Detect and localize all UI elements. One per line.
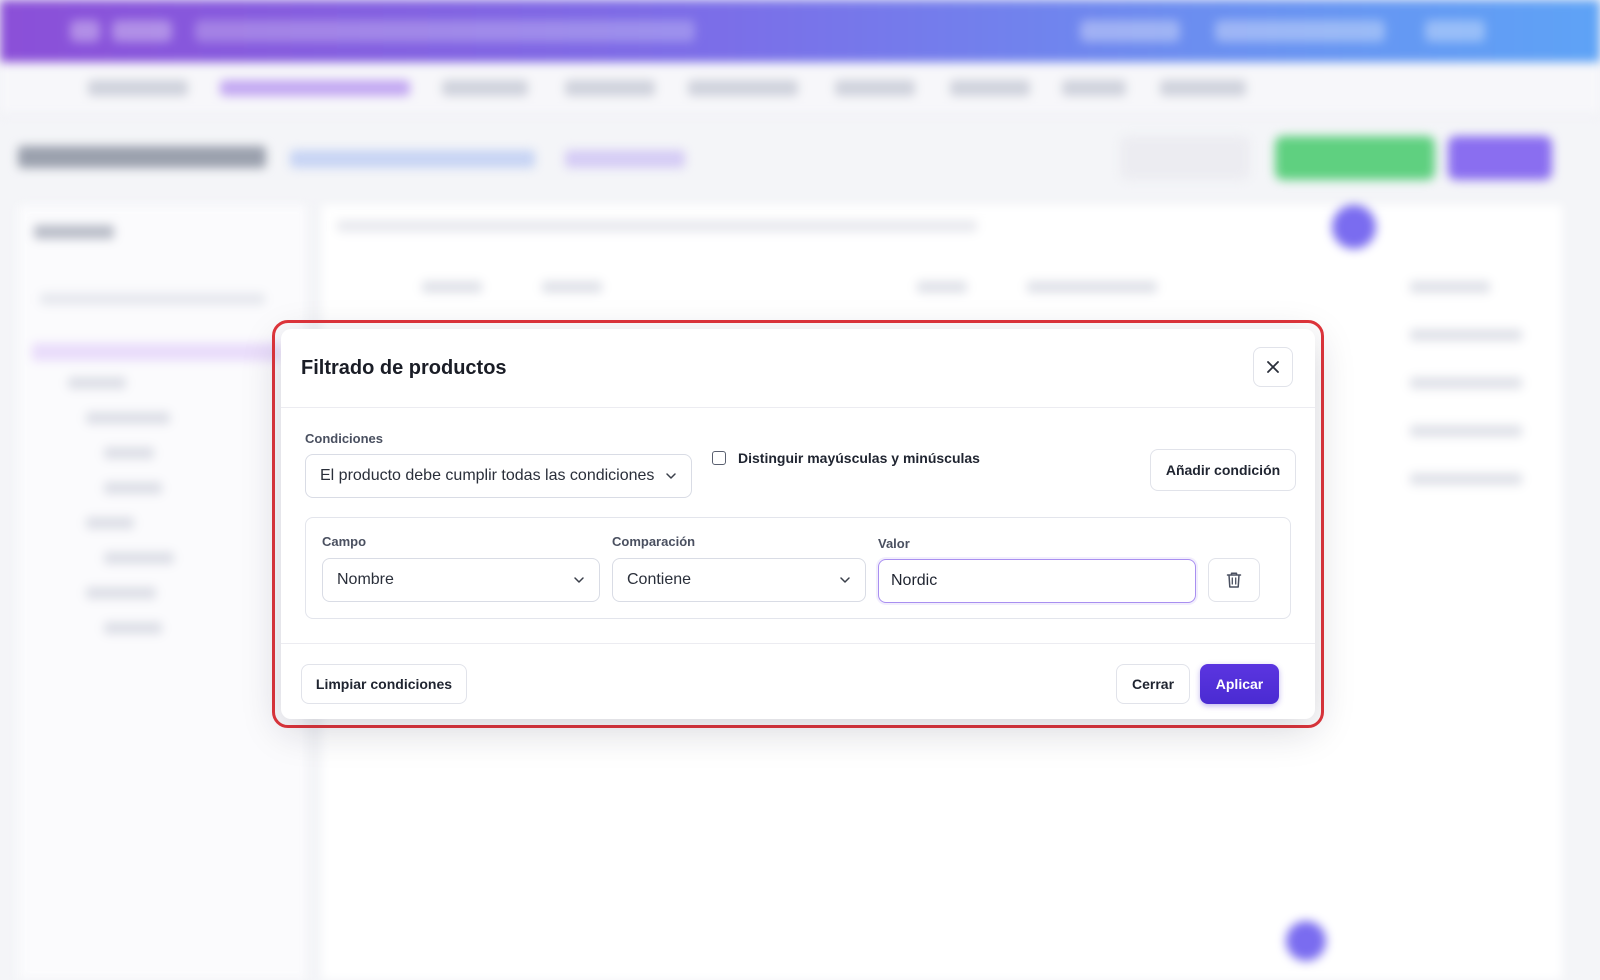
case-sensitive-option[interactable]: Distinguir mayúsculas y minúsculas (712, 450, 980, 466)
close-modal-button[interactable]: Cerrar (1116, 664, 1190, 704)
add-condition-button[interactable]: Añadir condición (1150, 449, 1296, 491)
sidebar-item (32, 343, 282, 361)
nav-item (950, 80, 1030, 96)
modal-header: Filtrado de productos (281, 329, 1315, 408)
condition-row: Campo Nombre Comparación Contiene Valor (305, 517, 1291, 619)
sidebar-search (40, 293, 265, 305)
topbar-search (195, 20, 695, 42)
page-titlebar (0, 120, 1600, 196)
app-logo (70, 20, 100, 42)
nav-item (442, 80, 528, 96)
comparison-label: Comparación (612, 534, 696, 549)
nav-item-active (220, 80, 410, 96)
match-mode-value: El producto debe cumplir todas las condi… (320, 467, 655, 484)
table-header-cell (422, 281, 482, 293)
trash-icon (1226, 572, 1242, 588)
nav-item (688, 80, 798, 96)
sidebar-heading (34, 225, 114, 239)
modal-title: Filtrado de productos (301, 357, 507, 379)
app-topbar (0, 0, 1600, 62)
apply-button[interactable]: Aplicar (1200, 664, 1279, 704)
table-avatar (1332, 205, 1376, 249)
sidebar-item (68, 377, 126, 389)
background-sidebar (18, 205, 309, 980)
close-icon (1267, 361, 1279, 373)
table-header-cell (542, 281, 602, 293)
page-link-placeholder (565, 150, 685, 168)
sidebar-item (104, 552, 174, 564)
table-cell (1410, 425, 1522, 437)
sidebar-item (86, 517, 134, 529)
sidebar-item (104, 622, 162, 634)
table-cell (1410, 377, 1522, 389)
nav-item (1160, 80, 1246, 96)
sidebar-item (104, 482, 162, 494)
nav-item (835, 80, 915, 96)
value-input[interactable] (878, 559, 1196, 603)
topbar-user (1215, 20, 1385, 42)
chevron-down-icon (666, 473, 676, 479)
comparison-select[interactable]: Contiene (612, 558, 866, 602)
chevron-down-icon (840, 577, 850, 583)
clear-conditions-button[interactable]: Limpiar condiciones (301, 664, 467, 704)
nav-item (1062, 80, 1126, 96)
field-label: Campo (322, 534, 367, 549)
close-button[interactable] (1253, 347, 1293, 387)
pagination-avatar (1286, 921, 1326, 961)
app-navbar (0, 62, 1600, 115)
field-select[interactable]: Nombre (322, 558, 600, 602)
table-header-cell (917, 281, 967, 293)
app-name-placeholder (112, 20, 172, 42)
toolbar-green-button (1275, 136, 1435, 180)
case-sensitive-checkbox[interactable] (712, 451, 726, 465)
nav-item (565, 80, 655, 96)
topbar-menu (1425, 20, 1485, 42)
table-cell (1410, 329, 1522, 341)
page-title-placeholder (18, 146, 266, 168)
page-subtitle-placeholder (290, 150, 535, 168)
table-header-cell (1410, 281, 1490, 293)
table-search (337, 220, 977, 232)
chevron-down-icon (574, 577, 584, 583)
sidebar-item (86, 412, 170, 424)
value-label: Valor (878, 536, 910, 551)
sidebar-item (104, 447, 154, 459)
delete-condition-button[interactable] (1208, 558, 1260, 602)
field-select-value: Nombre (337, 571, 394, 588)
case-sensitive-label: Distinguir mayúsculas y minúsculas (738, 450, 980, 466)
table-header-cell (1027, 281, 1157, 293)
conditions-label: Condiciones (305, 431, 384, 446)
toolbar-purple-button (1448, 136, 1552, 180)
topbar-button (1080, 20, 1180, 42)
nav-item (88, 80, 188, 96)
modal-footer: Limpiar condiciones Cerrar Aplicar (281, 643, 1315, 720)
match-mode-select[interactable]: El producto debe cumplir todas las condi… (305, 454, 692, 498)
sidebar-item (86, 587, 156, 599)
filter-modal: Filtrado de productos Condiciones El pro… (281, 329, 1315, 719)
comparison-select-value: Contiene (627, 571, 692, 588)
toolbar-button (1120, 136, 1250, 180)
table-cell (1410, 473, 1522, 485)
